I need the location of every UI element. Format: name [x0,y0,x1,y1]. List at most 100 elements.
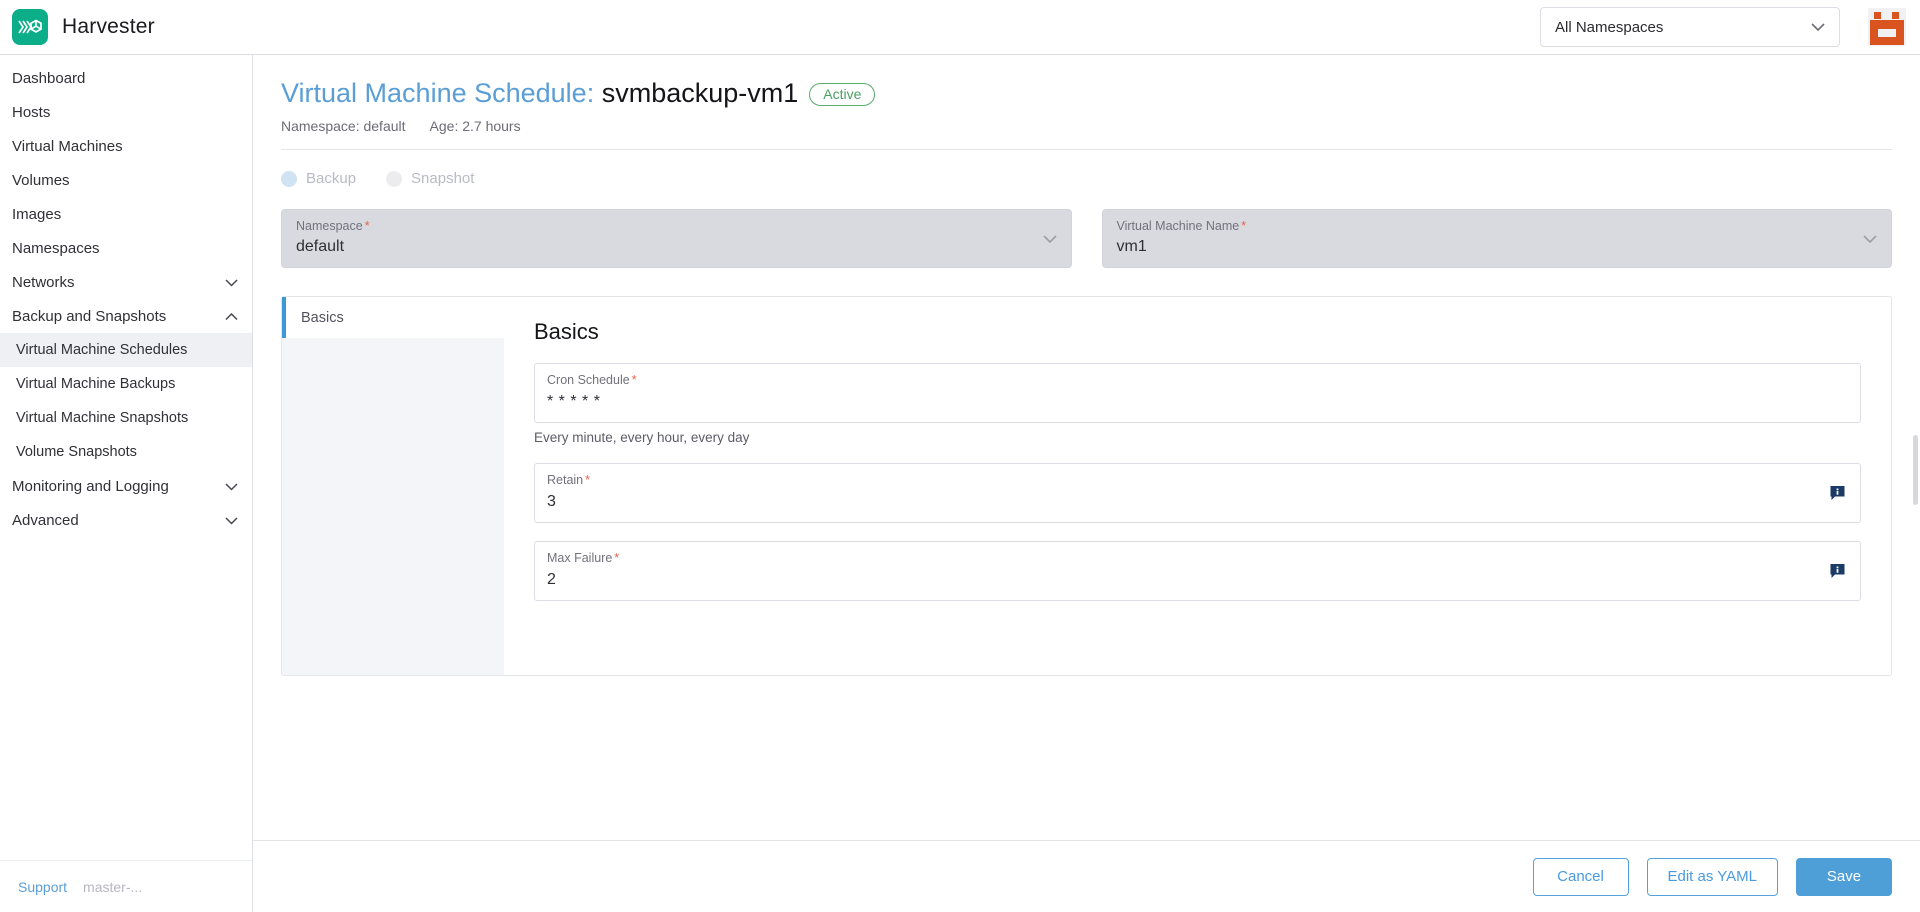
cron-schedule-input[interactable]: * * * * * [547,393,1846,411]
sidebar-group-monitoring-and-logging[interactable]: Monitoring and Logging [0,469,252,503]
main-scroll-area: Virtual Machine Schedule: svmbackup-vm1 … [253,55,1920,840]
brand-name: Harvester [62,15,155,39]
top-header: Harvester All Namespaces [0,0,1920,55]
sidebar-item-virtual-machines[interactable]: Virtual Machines [0,129,252,163]
sidebar-item-virtual-machine-snapshots[interactable]: Virtual Machine Snapshots [0,401,252,435]
radio-dot-selected-icon [281,171,297,187]
sidebar-item-label: Hosts [12,104,50,121]
meta-age: Age: 2.7 hours [430,118,521,134]
app-root: Harvester All Namespaces Dashboard [0,0,1920,912]
namespace-field-label: Namespace* [296,219,1057,233]
sidebar-item-label: Backup and Snapshots [12,308,166,325]
sidebar-item-hosts[interactable]: Hosts [0,95,252,129]
sidebar-group-networks[interactable]: Networks [0,265,252,299]
sidebar-item-volume-snapshots[interactable]: Volume Snapshots [0,435,252,469]
brand[interactable]: Harvester [12,9,155,45]
action-footer: Cancel Edit as YAML Save [253,840,1920,912]
chevron-down-icon [225,275,238,290]
namespace-field-value: default [296,238,1057,256]
label-text: Max Failure [547,551,612,565]
vm-name-field-value: vm1 [1117,238,1878,256]
max-failure-field[interactable]: Max Failure* 2 [534,541,1861,601]
sidebar-footer: Support master-... [0,860,252,912]
sidebar-group-advanced[interactable]: Advanced [0,503,252,537]
radio-label: Backup [306,170,356,187]
vm-name-field-label: Virtual Machine Name* [1117,219,1878,233]
info-icon[interactable] [1829,563,1846,580]
status-badge: Active [809,83,875,106]
harvester-logo-icon [12,9,48,45]
support-link[interactable]: Support [18,879,67,895]
namespace-selector-value: All Namespaces [1555,19,1663,36]
retain-label: Retain* [547,473,1846,487]
sidebar-nav: Dashboard Hosts Virtual Machines Volumes… [0,61,252,860]
retain-field[interactable]: Retain* 3 [534,463,1861,523]
vm-name-field: Virtual Machine Name* vm1 [1102,209,1893,268]
label-text: Cron Schedule [547,373,630,387]
page-title-prefix[interactable]: Virtual Machine Schedule: [281,78,594,108]
sidebar-item-dashboard[interactable]: Dashboard [0,61,252,95]
sidebar-item-label: Namespaces [12,240,100,257]
edit-as-yaml-button[interactable]: Edit as YAML [1647,858,1779,896]
cancel-button[interactable]: Cancel [1533,858,1629,896]
panel-heading: Basics [534,319,1861,345]
cron-schedule-field[interactable]: Cron Schedule* * * * * * [534,363,1861,423]
namespace-selector[interactable]: All Namespaces [1540,7,1840,47]
label-text: Namespace [296,219,363,233]
label-text: Virtual Machine Name [1117,219,1240,233]
chevron-up-icon [225,309,238,324]
required-marker: * [632,373,637,387]
page-title-name: svmbackup-vm1 [602,78,799,108]
page-title: Virtual Machine Schedule: svmbackup-vm1 [281,77,798,109]
namespace-field: Namespace* default [281,209,1072,268]
required-marker: * [585,473,590,487]
sidebar-item-label: Virtual Machine Backups [16,376,175,392]
radio-dot-icon [386,171,402,187]
tab-label: Basics [301,310,344,326]
vertical-scrollbar[interactable] [1913,435,1918,505]
required-marker: * [1241,219,1246,233]
radio-snapshot[interactable]: Snapshot [386,170,474,187]
avatar[interactable] [1868,8,1906,46]
label-text: Retain [547,473,583,487]
schedule-type-radio-group: Backup Snapshot [281,170,1892,187]
max-failure-input[interactable]: 2 [547,571,1846,589]
tab-panel-basics: Basics Cron Schedule* * * * * * Every mi… [504,297,1891,675]
tab-basics[interactable]: Basics [282,297,504,338]
chevron-down-icon [1043,231,1057,249]
page-meta: Namespace: default Age: 2.7 hours [281,118,1892,134]
sidebar-item-virtual-machine-schedules[interactable]: Virtual Machine Schedules [0,333,252,367]
chevron-down-icon [1863,231,1877,249]
tab-list: Basics [282,297,504,675]
sidebar-item-volumes[interactable]: Volumes [0,163,252,197]
sidebar-item-label: Virtual Machine Snapshots [16,410,188,426]
sidebar-item-label: Networks [12,274,75,291]
sidebar-item-label: Monitoring and Logging [12,478,169,495]
top-fields-row: Namespace* default Virtual Machine Name*… [281,209,1892,268]
sidebar-item-label: Advanced [12,512,79,529]
main-content: Virtual Machine Schedule: svmbackup-vm1 … [253,55,1920,912]
save-button[interactable]: Save [1796,858,1892,896]
radio-backup[interactable]: Backup [281,170,356,187]
version-label: master-... [83,879,142,895]
sidebar-item-namespaces[interactable]: Namespaces [0,231,252,265]
meta-namespace: Namespace: default [281,118,406,134]
sidebar-item-label: Dashboard [12,70,85,87]
info-icon[interactable] [1829,485,1846,502]
sidebar: Dashboard Hosts Virtual Machines Volumes… [0,55,253,912]
chevron-down-icon [225,479,238,494]
sidebar-item-label: Volume Snapshots [16,444,137,460]
cron-schedule-hint: Every minute, every hour, every day [534,430,1861,445]
required-marker: * [614,551,619,565]
sidebar-item-virtual-machine-backups[interactable]: Virtual Machine Backups [0,367,252,401]
retain-input[interactable]: 3 [547,493,1846,511]
sidebar-item-label: Virtual Machine Schedules [16,342,187,358]
header-divider [281,149,1892,150]
sidebar-item-label: Virtual Machines [12,138,123,155]
chevron-down-icon [225,513,238,528]
sidebar-item-images[interactable]: Images [0,197,252,231]
sidebar-group-backup-and-snapshots[interactable]: Backup and Snapshots [0,299,252,333]
max-failure-label: Max Failure* [547,551,1846,565]
cron-schedule-label: Cron Schedule* [547,373,1846,387]
chevron-down-icon [1811,19,1825,36]
